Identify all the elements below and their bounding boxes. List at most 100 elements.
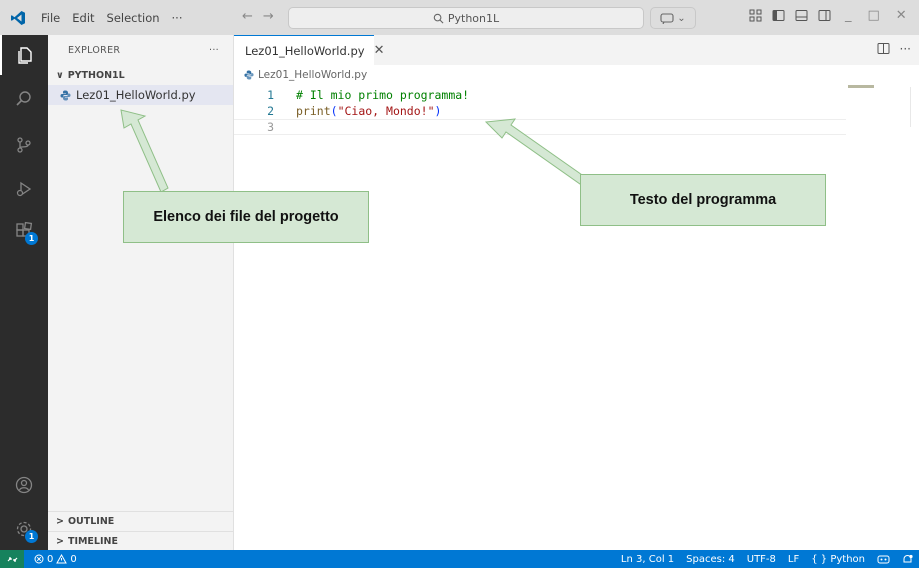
customize-layout-icon[interactable] (749, 9, 762, 22)
chevron-down-icon: ∨ (56, 69, 64, 81)
window-controls: _ □ ✕ (845, 8, 907, 23)
code-line: 2 print("Ciao, Mondo!") (234, 103, 846, 119)
activity-accounts[interactable] (0, 465, 48, 505)
navigation-controls: ← → (242, 9, 274, 24)
minimize-icon[interactable]: _ (845, 8, 852, 23)
search-text: Python1L (447, 11, 500, 25)
activity-run-debug[interactable] (0, 169, 48, 209)
folder-section-python1l[interactable]: ∨ PYTHON1L (48, 65, 233, 85)
activity-extensions[interactable]: 1 (0, 211, 48, 251)
problems-indicator[interactable]: 0 0 (24, 554, 77, 565)
line-number: 2 (267, 104, 274, 118)
menu-bar: File Edit Selection ··· (35, 0, 189, 35)
menu-edit[interactable]: Edit (66, 11, 100, 25)
code-statement: print("Ciao, Mondo!") (296, 104, 441, 118)
code-function: print (296, 104, 331, 118)
account-icon (15, 476, 33, 494)
remote-indicator[interactable] (0, 550, 24, 568)
warning-count: 0 (70, 553, 77, 565)
activity-explorer[interactable] (0, 35, 48, 75)
language-label: Python (830, 553, 865, 565)
code-string: "Ciao, Mondo!" (337, 104, 435, 118)
code-comment: # Il mio primo programma! (296, 88, 470, 102)
status-bar: 0 0 Ln 3, Col 1 Spaces: 4 UTF-8 LF { } P… (0, 550, 919, 568)
editor-actions: ··· (877, 42, 911, 56)
files-icon (18, 47, 32, 64)
maximize-icon[interactable]: □ (868, 8, 880, 23)
encoding[interactable]: UTF-8 (747, 554, 776, 565)
language-mode[interactable]: { } Python (811, 554, 865, 565)
line-number: 3 (267, 120, 274, 134)
editor-tabs: Lez01_HelloWorld.py ✕ ··· (234, 35, 919, 65)
timeline-section[interactable]: > TIMELINE (48, 531, 234, 551)
code-paren-close: ) (434, 104, 442, 118)
copilot-status-icon[interactable] (877, 554, 890, 565)
toggle-primary-sidebar-icon[interactable] (772, 9, 785, 22)
extensions-badge: 1 (25, 232, 38, 245)
indentation[interactable]: Spaces: 4 (686, 554, 735, 565)
code-editor[interactable]: Lez01_HelloWorld.py 1 # Il mio primo pro… (234, 65, 919, 550)
activity-bar: 1 1 (0, 35, 48, 550)
annotation-file-list: Elenco dei file del progetto (123, 191, 369, 243)
manage-badge: 1 (25, 530, 38, 543)
vscode-logo-icon[interactable] (0, 0, 35, 35)
menu-file[interactable]: File (35, 11, 66, 25)
breadcrumb-file[interactable]: Lez01_HelloWorld.py (258, 69, 367, 81)
copilot-icon (660, 13, 674, 24)
minimap[interactable] (848, 85, 874, 88)
end-of-line[interactable]: LF (788, 554, 799, 565)
close-icon[interactable]: ✕ (896, 8, 907, 23)
explorer-title: EXPLORER (68, 44, 121, 56)
cursor-position[interactable]: Ln 3, Col 1 (621, 554, 674, 565)
search-icon (16, 91, 31, 106)
timeline-label: TIMELINE (67, 536, 118, 547)
layout-controls (749, 9, 831, 22)
breadcrumb: Lez01_HelloWorld.py (244, 69, 367, 81)
python-file-icon (60, 90, 71, 100)
close-tab-icon[interactable]: ✕ (374, 43, 385, 58)
run-debug-icon (16, 181, 32, 197)
search-icon (433, 13, 444, 23)
command-center-search[interactable]: Python1L (288, 7, 644, 29)
status-right: Ln 3, Col 1 Spaces: 4 UTF-8 LF { } Pytho… (621, 550, 913, 568)
explorer-sidebar: EXPLORER ··· ∨ PYTHON1L Lez01_HelloWorld… (48, 35, 234, 550)
braces-icon: { } (811, 553, 828, 565)
back-arrow-icon[interactable]: ← (242, 9, 253, 24)
activity-search[interactable] (0, 79, 48, 119)
warning-icon (56, 554, 68, 564)
explorer-header: EXPLORER ··· (48, 35, 233, 65)
outline-section[interactable]: > OUTLINE (48, 511, 234, 531)
menu-selection[interactable]: Selection (101, 11, 166, 25)
more-actions-icon[interactable]: ··· (900, 42, 911, 56)
annotation-program-text: Testo del programma (580, 174, 826, 226)
toggle-panel-icon[interactable] (795, 9, 808, 22)
code-line-current: 3 (234, 119, 846, 135)
chevron-right-icon: > (56, 516, 64, 527)
python-file-icon (244, 70, 254, 80)
explorer-more-actions[interactable]: ··· (209, 45, 219, 56)
menu-more[interactable]: ··· (166, 11, 189, 25)
tab-lez01-helloworld[interactable]: Lez01_HelloWorld.py ✕ (234, 35, 384, 65)
folder-name: PYTHON1L (67, 69, 125, 81)
copilot-button[interactable]: ⌄ (650, 7, 696, 29)
error-count: 0 (47, 553, 54, 565)
overview-ruler (910, 87, 912, 127)
activity-manage[interactable]: 1 (0, 509, 48, 549)
line-number: 1 (267, 88, 274, 102)
toggle-secondary-sidebar-icon[interactable] (818, 9, 831, 22)
code-paren-open: ( (330, 104, 338, 118)
code-line: 1 # Il mio primo programma! (234, 87, 846, 103)
tab-label: Lez01_HelloWorld.py (245, 43, 365, 58)
split-editor-icon[interactable] (877, 42, 890, 55)
chevron-down-icon: ⌄ (677, 12, 686, 24)
chevron-right-icon: > (56, 536, 64, 547)
outline-label: OUTLINE (67, 516, 115, 527)
file-item[interactable]: Lez01_HelloWorld.py (48, 85, 233, 105)
forward-arrow-icon[interactable]: → (263, 9, 274, 24)
error-icon (34, 554, 44, 564)
notifications-icon[interactable] (902, 554, 913, 565)
remote-icon (7, 556, 17, 562)
title-bar: File Edit Selection ··· ← → Python1L ⌄ _… (0, 0, 919, 35)
activity-source-control[interactable] (0, 125, 48, 165)
file-name: Lez01_HelloWorld.py (76, 88, 196, 102)
